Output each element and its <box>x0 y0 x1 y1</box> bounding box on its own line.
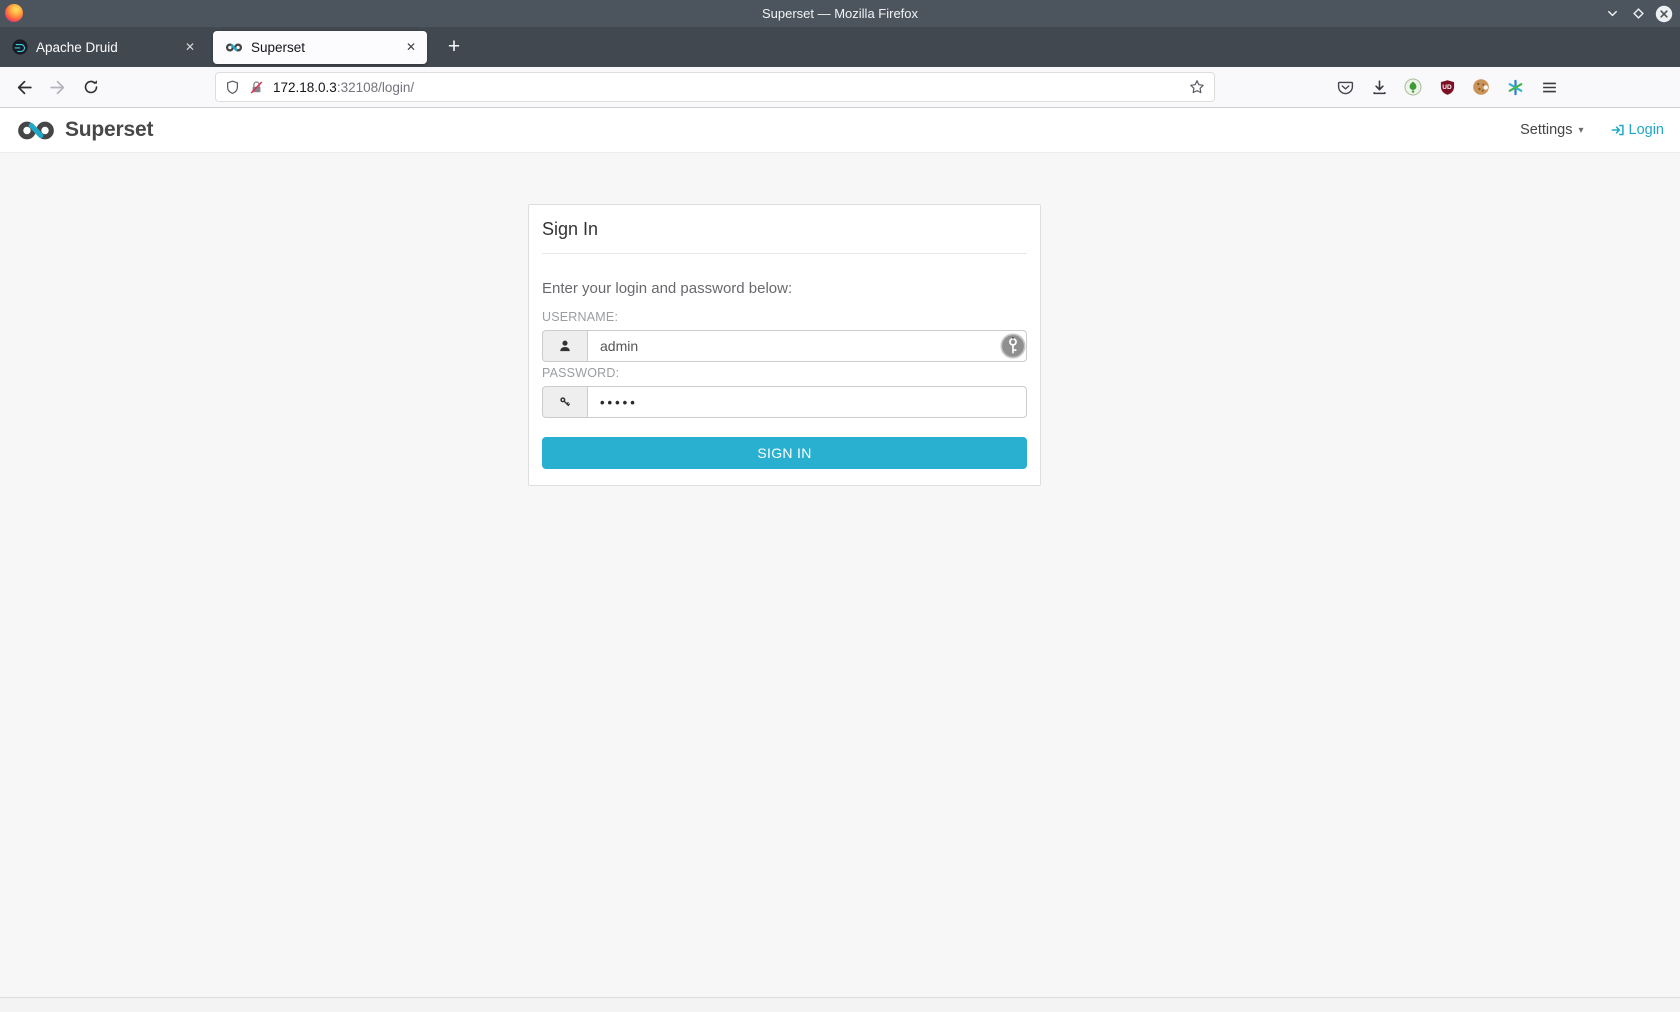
window-controls <box>1603 0 1673 27</box>
back-icon[interactable] <box>8 71 41 103</box>
sign-in-icon <box>1611 124 1624 136</box>
sign-in-card: Sign In Enter your login and password be… <box>528 204 1041 486</box>
password-input[interactable] <box>587 386 1027 418</box>
pocket-icon[interactable] <box>1330 71 1360 103</box>
browser-toolbar: 172.18.0.3:32108/login/ UD <box>0 67 1680 108</box>
heading-divider <box>542 253 1027 254</box>
druid-favicon-icon <box>12 39 28 55</box>
bookmark-star-icon[interactable] <box>1189 79 1205 95</box>
sign-in-button[interactable]: SIGN IN <box>542 437 1027 469</box>
window-title: Superset — Mozilla Firefox <box>761 6 919 21</box>
sign-in-subtitle: Enter your login and password below: <box>542 280 793 297</box>
password-input-group <box>542 386 1027 418</box>
url-path: :32108/login/ <box>336 79 415 95</box>
settings-label: Settings <box>1520 122 1573 138</box>
insecure-lock-icon[interactable] <box>249 80 264 95</box>
superset-navbar: Superset Settings ▾ Login <box>0 108 1680 153</box>
tab-close-icon[interactable]: ✕ <box>182 39 198 55</box>
login-label: Login <box>1628 122 1664 138</box>
superset-brand[interactable]: Superset <box>16 118 153 142</box>
extension-green-circle-icon[interactable] <box>1398 71 1428 103</box>
downloads-icon[interactable] <box>1364 71 1394 103</box>
new-tab-button[interactable]: + <box>439 32 469 62</box>
login-link[interactable]: Login <box>1611 122 1664 138</box>
tab-close-icon[interactable]: ✕ <box>403 39 419 55</box>
username-input[interactable] <box>587 330 1027 362</box>
username-input-group <box>542 330 1027 362</box>
window-titlebar: Superset — Mozilla Firefox <box>0 0 1680 27</box>
extension-ublock-shield-icon[interactable]: UD <box>1432 71 1462 103</box>
tab-title: Superset <box>251 39 306 55</box>
window-minimize-icon[interactable] <box>1603 5 1621 23</box>
settings-menu[interactable]: Settings ▾ <box>1520 122 1583 138</box>
menu-hamburger-icon[interactable] <box>1534 71 1564 103</box>
superset-logo-icon <box>18 121 54 139</box>
extension-asterisk-icon[interactable] <box>1500 71 1530 103</box>
tab-bar: Apache Druid ✕ Superset ✕ + <box>0 27 1680 67</box>
key-icon <box>542 386 587 418</box>
window-close-icon[interactable] <box>1655 5 1673 23</box>
password-label: PASSWORD: <box>542 366 620 380</box>
brand-title: Superset <box>65 118 154 141</box>
tab-superset[interactable]: Superset ✕ <box>213 30 427 64</box>
url-bar[interactable]: 172.18.0.3:32108/login/ <box>215 72 1215 102</box>
tab-apache-druid[interactable]: Apache Druid ✕ <box>0 31 206 64</box>
user-icon <box>542 330 587 362</box>
page-footer <box>0 997 1680 1012</box>
window-maximize-icon[interactable] <box>1629 5 1647 23</box>
tracking-protection-shield-icon[interactable] <box>225 80 240 95</box>
url-host: 172.18.0.3 <box>273 79 337 95</box>
username-label: USERNAME: <box>542 310 619 324</box>
extension-cookie-icon[interactable] <box>1466 71 1496 103</box>
forward-icon[interactable] <box>41 71 74 103</box>
chevron-down-icon: ▾ <box>1578 124 1584 136</box>
superset-favicon-icon <box>225 43 243 51</box>
tab-title: Apache Druid <box>36 39 118 55</box>
password-manager-key-icon[interactable] <box>1000 333 1026 359</box>
sign-in-heading: Sign In <box>542 219 599 239</box>
reload-icon[interactable] <box>74 71 107 103</box>
